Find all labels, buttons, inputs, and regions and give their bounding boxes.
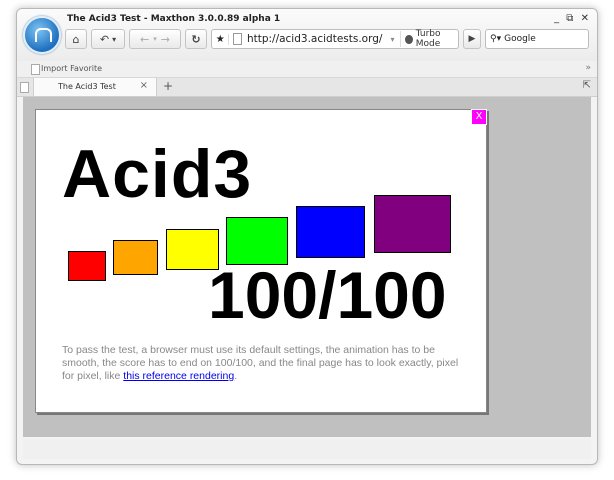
new-tab-icon[interactable]: + [163, 79, 173, 93]
chevron-down-icon: ▾ [112, 34, 117, 44]
tab-label: The Acid3 Test [58, 82, 116, 91]
search-box[interactable]: ⚲▾ Google [485, 29, 589, 49]
import-favorite-icon [31, 64, 40, 75]
undo-icon: ↶ [99, 32, 110, 46]
star-icon[interactable]: ★ [212, 33, 230, 45]
box-orange [113, 240, 158, 275]
favorites-bar: Import Favorite » [17, 61, 597, 78]
play-button[interactable]: ▶ [463, 29, 481, 49]
status-bar [23, 439, 591, 459]
home-icon: ⌂ [72, 32, 80, 46]
tab-close-icon[interactable]: × [140, 80, 148, 91]
tab-bar: The Acid3 Test × + ⇱ [17, 78, 597, 97]
history-dropdown-icon[interactable]: ▾ [153, 35, 157, 43]
play-icon: ▶ [468, 34, 476, 44]
description-end: . [234, 370, 238, 382]
home-button[interactable]: ⌂ [65, 29, 87, 49]
tab-menu-icon[interactable] [20, 82, 29, 93]
navigation-toolbar: ⌂ ↶ ▾ ← ▾ → ↻ ★ http://acid3.acidtests.o… [65, 29, 593, 51]
acid3-title: Acid3 [62, 136, 253, 212]
reference-rendering-link[interactable]: this reference rendering [123, 370, 234, 382]
back-icon[interactable]: ← [140, 33, 149, 46]
maxthon-logo-icon[interactable] [23, 16, 61, 54]
turbo-mode-button[interactable]: Turbo Mode [400, 29, 458, 49]
tab-acid3[interactable]: The Acid3 Test × [33, 78, 157, 96]
browser-window: The Acid3 Test - Maxthon 3.0.0.89 alpha … [16, 8, 598, 465]
box-red [68, 251, 106, 281]
box-purple [374, 195, 451, 253]
close-x-button[interactable]: X [471, 109, 487, 125]
page-icon [233, 33, 242, 45]
refresh-button[interactable]: ↻ [185, 29, 207, 49]
forward-icon[interactable]: → [161, 33, 170, 46]
acid3-description: To pass the test, a browser must use its… [62, 344, 462, 383]
url-dropdown-icon[interactable]: ▾ [390, 35, 394, 44]
favorites-more-icon[interactable]: » [585, 63, 591, 73]
box-blue [296, 206, 365, 258]
search-icon: ⚲▾ [490, 34, 502, 44]
window-title: The Acid3 Test - Maxthon 3.0.0.89 alpha … [67, 14, 281, 24]
title-bar: The Acid3 Test - Maxthon 3.0.0.89 alpha … [17, 9, 597, 61]
turbo-icon [405, 34, 413, 44]
acid3-test-page: X Acid3 100/100 To pass the test, a brow… [35, 109, 487, 413]
turbo-mode-label: Turbo Mode [415, 29, 441, 49]
search-engine-label[interactable]: Google [504, 34, 536, 44]
url-text[interactable]: http://acid3.acidtests.org/ [247, 33, 383, 45]
page-viewport: X Acid3 100/100 To pass the test, a brow… [23, 97, 591, 437]
restore-icon[interactable]: ⇱ [583, 80, 591, 91]
window-controls[interactable]: _ ⧉ ✕ [554, 13, 591, 24]
address-bar[interactable]: ★ http://acid3.acidtests.org/ ▾ Turbo Mo… [211, 29, 459, 49]
acid3-score: 100/100 [208, 258, 447, 332]
description-text: To pass the test, a browser must use its… [62, 344, 459, 382]
refresh-icon: ↻ [191, 32, 201, 46]
undo-close-button[interactable]: ↶ ▾ [91, 29, 125, 49]
back-forward-group[interactable]: ← ▾ → [129, 29, 181, 49]
import-favorite-link[interactable]: Import Favorite [41, 64, 102, 73]
